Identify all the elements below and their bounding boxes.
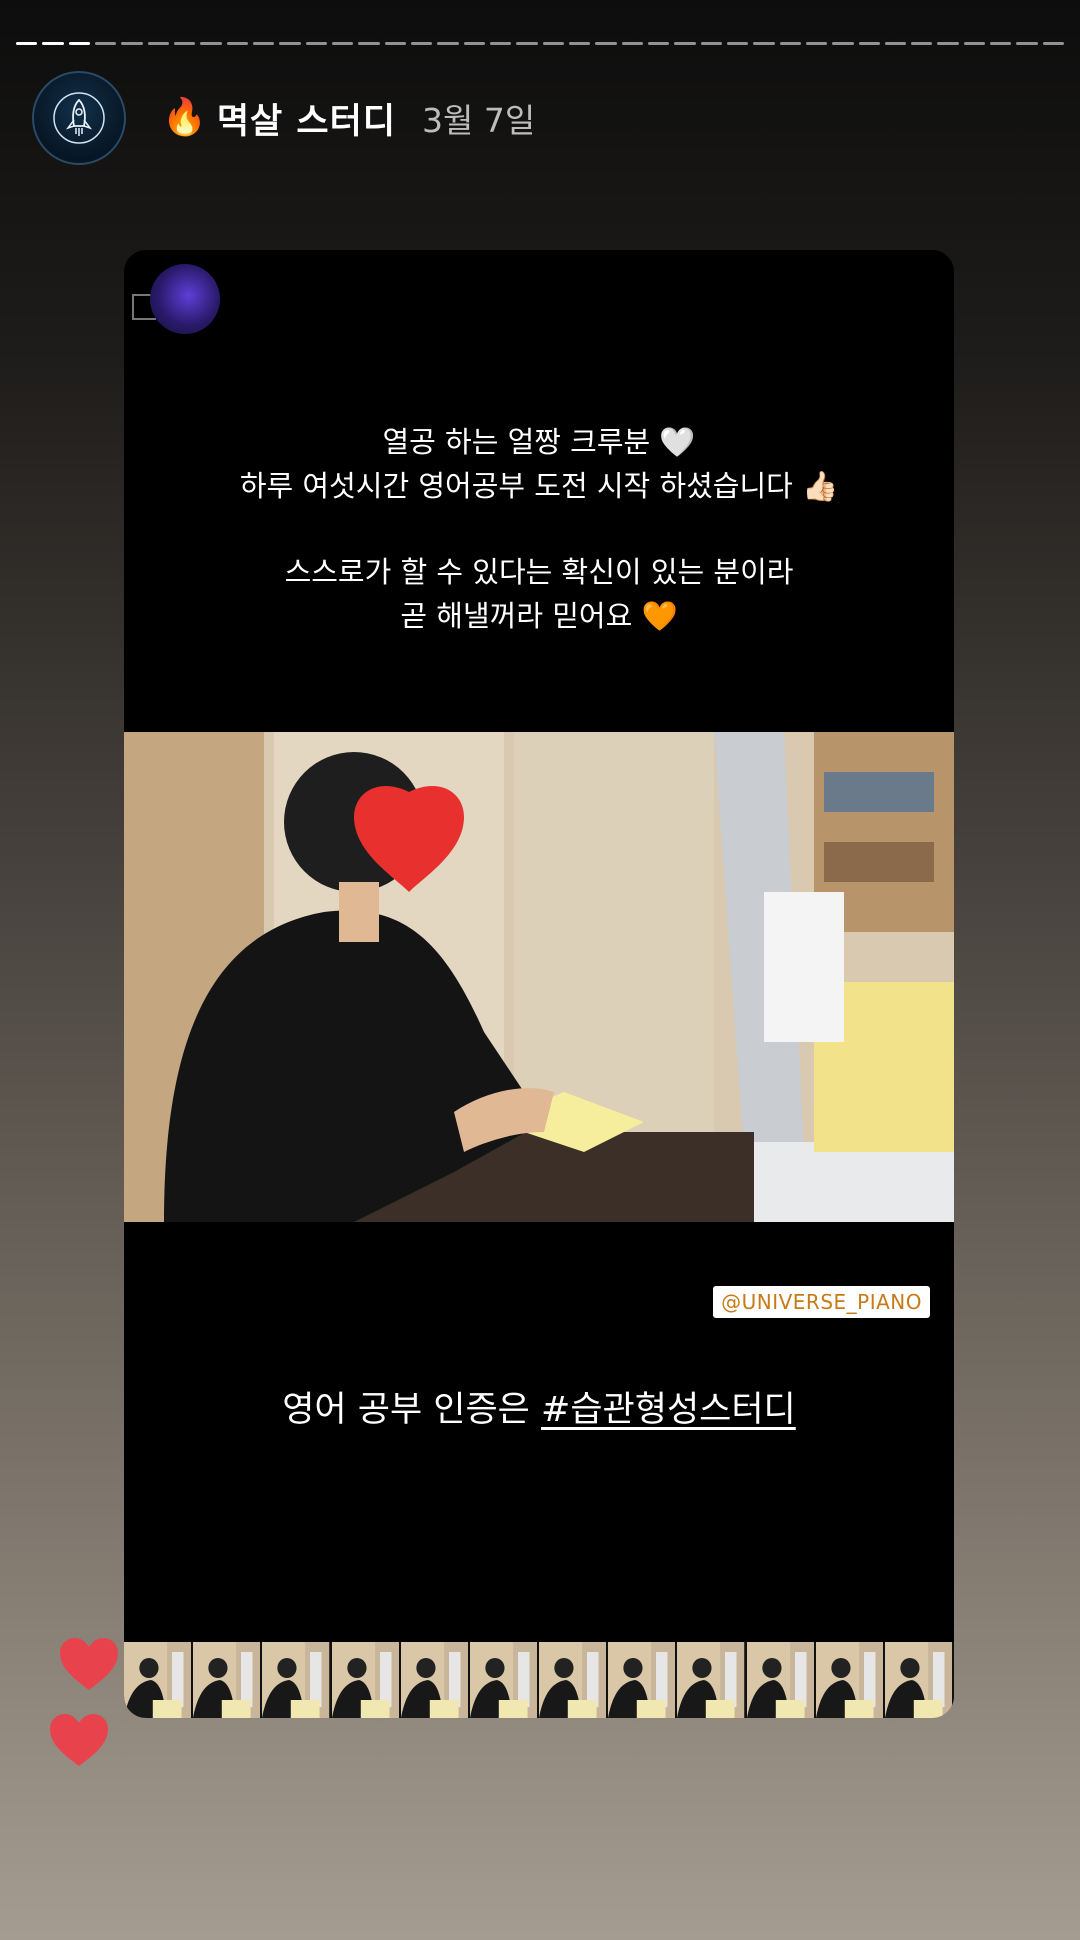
progress-segment bbox=[858, 42, 880, 45]
filmstrip-frame bbox=[193, 1642, 263, 1718]
progress-segment bbox=[94, 42, 117, 45]
caption-top: 열공 하는 얼짱 크루분 🤍 하루 여섯시간 영어공부 도전 시작 하셨습니다 … bbox=[124, 420, 954, 508]
progress-segment bbox=[884, 42, 907, 45]
hashtag-link[interactable]: #습관형성스터디 bbox=[541, 1390, 796, 1430]
filmstrip-frame bbox=[400, 1642, 470, 1718]
progress-segment bbox=[990, 42, 1012, 45]
progress-segment bbox=[753, 42, 775, 45]
progress-segment bbox=[700, 42, 722, 45]
filmstrip-frame bbox=[331, 1642, 401, 1718]
progress-segment bbox=[937, 42, 959, 45]
caption-line: 스스로가 할 수 있다는 확신이 있는 분이라 bbox=[284, 555, 794, 589]
story-progress-bar bbox=[16, 42, 1065, 46]
story-date: 3월 7일 bbox=[422, 101, 536, 140]
shared-post-avatar[interactable] bbox=[132, 264, 220, 334]
progress-segment bbox=[437, 42, 459, 45]
progress-segment bbox=[42, 42, 64, 45]
progress-segment bbox=[779, 42, 801, 45]
caption-bottom: 영어 공부 인증은 #습관형성스터디 bbox=[124, 1388, 954, 1432]
progress-segment bbox=[1016, 42, 1038, 45]
account-name[interactable]: 멱살 스터디 bbox=[217, 93, 396, 144]
progress-segment bbox=[226, 42, 248, 45]
progress-segment bbox=[410, 42, 433, 45]
progress-segment bbox=[1042, 42, 1065, 45]
progress-segment bbox=[674, 42, 696, 45]
mention-tag[interactable]: @UNIVERSE_PIANO bbox=[713, 1286, 930, 1318]
filmstrip-frame bbox=[677, 1642, 747, 1718]
progress-segment bbox=[568, 42, 591, 45]
progress-segment bbox=[542, 42, 564, 45]
progress-segment bbox=[911, 42, 933, 45]
progress-segment bbox=[305, 42, 327, 45]
progress-segment bbox=[832, 42, 854, 45]
progress-segment bbox=[595, 42, 617, 45]
study-photo bbox=[124, 732, 954, 1222]
progress-segment bbox=[121, 42, 143, 45]
account-avatar[interactable] bbox=[32, 71, 126, 165]
progress-segment bbox=[463, 42, 485, 45]
caption-bottom-text: 영어 공부 인증은 bbox=[282, 1390, 542, 1430]
progress-segment bbox=[647, 42, 670, 45]
filmstrip-frame bbox=[262, 1642, 332, 1718]
progress-segment bbox=[200, 42, 222, 45]
progress-segment bbox=[621, 42, 643, 45]
filmstrip-frame bbox=[124, 1642, 194, 1718]
caption-middle: 스스로가 할 수 있다는 확신이 있는 분이라 곧 해낼꺼라 믿어요 🧡 bbox=[124, 550, 954, 638]
filmstrip-frame bbox=[469, 1642, 540, 1718]
heart-icon bbox=[60, 1638, 118, 1690]
progress-segment bbox=[805, 42, 828, 45]
progress-segment bbox=[358, 42, 380, 45]
caption-line: 곧 해낼꺼라 믿어요 🧡 bbox=[400, 599, 678, 633]
progress-segment bbox=[963, 42, 986, 45]
filmstrip-frame bbox=[539, 1642, 609, 1718]
rocket-icon bbox=[53, 92, 105, 144]
heart-icon bbox=[50, 1714, 108, 1766]
progress-segment bbox=[147, 42, 169, 45]
progress-segment bbox=[331, 42, 354, 45]
filmstrip-frame bbox=[746, 1642, 816, 1718]
progress-segment bbox=[173, 42, 196, 45]
progress-segment bbox=[516, 42, 538, 45]
filmstrip-frame bbox=[608, 1642, 678, 1718]
video-filmstrip[interactable] bbox=[124, 1642, 954, 1718]
story-header: 🔥 멱살 스터디 3월 7일 bbox=[32, 71, 536, 165]
filmstrip-frame bbox=[815, 1642, 885, 1718]
caption-line: 하루 여섯시간 영어공부 도전 시작 하셨습니다 👍🏻 bbox=[239, 469, 839, 503]
shared-post-card[interactable]: 열공 하는 얼짱 크루분 🤍 하루 여섯시간 영어공부 도전 시작 하셨습니다 … bbox=[124, 250, 954, 1718]
progress-segment bbox=[384, 42, 406, 45]
progress-segment bbox=[489, 42, 512, 45]
progress-segment bbox=[726, 42, 749, 45]
caption-line: 열공 하는 얼짱 크루분 🤍 bbox=[382, 425, 696, 459]
fire-emoji: 🔥 bbox=[162, 97, 207, 138]
progress-segment bbox=[252, 42, 275, 45]
progress-segment bbox=[16, 42, 38, 45]
progress-segment bbox=[68, 42, 90, 45]
filmstrip-frame bbox=[884, 1642, 954, 1718]
progress-segment bbox=[279, 42, 301, 45]
